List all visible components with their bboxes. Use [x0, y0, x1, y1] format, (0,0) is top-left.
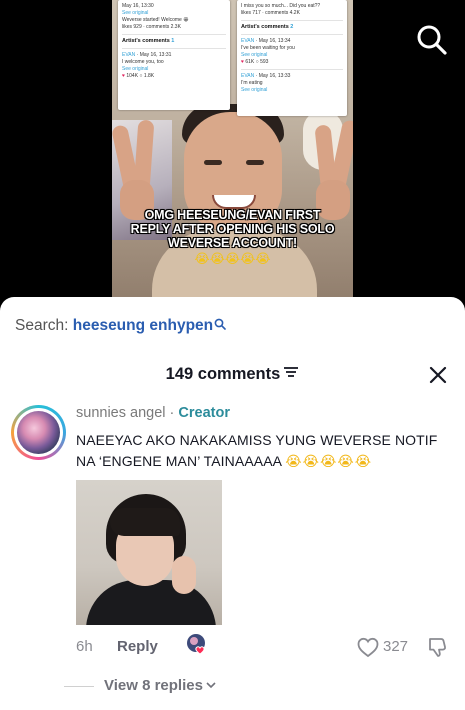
search-prefix: Search: — [15, 317, 69, 334]
like-count: 327 — [383, 638, 409, 655]
artist-reply-stats: ♥ 61K ○ 593 — [241, 59, 269, 65]
username[interactable]: sunnies angel — [76, 405, 166, 421]
search-button[interactable] — [414, 22, 448, 56]
comment-emojis: 😭😭😭😭😭 — [285, 453, 373, 469]
thumbs-down-icon — [429, 638, 446, 657]
divider — [122, 48, 226, 49]
close-button[interactable] — [428, 365, 448, 385]
post-stats: likes 717 · comments 4.2K — [241, 10, 300, 16]
related-search[interactable]: Search: heeseung enhypen — [15, 317, 226, 335]
artist-author-line: EVAN · May 16, 13:34 — [241, 38, 291, 44]
divider — [241, 20, 343, 21]
comment-body: NAEEYAC AKO NAKAKAMISS YUNG WEVERSE NOTI… — [76, 432, 438, 469]
comment-author-line: sunnies angel · Creator — [76, 405, 230, 421]
comment-time: 6h — [76, 638, 93, 655]
see-original-link: See original — [122, 66, 149, 72]
view-replies-label: View 8 replies — [104, 677, 203, 694]
comments-count: 149 comments — [165, 365, 281, 383]
artist-reply: I welcome you, too — [122, 59, 164, 65]
separator: · — [165, 405, 179, 421]
post-body: I miss you so much... Did you eat?? — [241, 3, 321, 9]
artist-author-line: EVAN · May 16, 13:31 — [122, 52, 172, 58]
artist-author-line: EVAN · May 16, 13:33 — [241, 73, 291, 79]
close-icon — [429, 366, 447, 384]
liked-by-creator-badge — [186, 633, 208, 655]
artist-reply: I've been waiting for you — [241, 45, 295, 51]
artist-comments-title: Artist's comments 1 — [122, 38, 175, 44]
heart-icon — [357, 637, 379, 658]
replies-divider — [64, 686, 94, 687]
weverse-screenshot-right: I miss you so much... Did you eat?? like… — [237, 0, 347, 116]
see-original-link: See original — [122, 10, 149, 16]
view-replies-button[interactable]: View 8 replies — [104, 677, 217, 695]
video-player[interactable]: May 16, 13:30 See original Weverse start… — [0, 0, 465, 310]
comments-header: 149 comments — [0, 365, 465, 384]
like-button[interactable] — [356, 635, 380, 659]
image-body — [86, 580, 216, 625]
see-original-link: See original — [241, 52, 268, 58]
avatar[interactable] — [11, 405, 66, 460]
reply-button[interactable]: Reply — [117, 638, 158, 655]
divider — [241, 69, 343, 70]
caption-line: WEVERSE ACCOUNT! — [168, 236, 297, 250]
weverse-screenshot-left: May 16, 13:30 See original Weverse start… — [118, 0, 230, 110]
post-stats: likes 929 · comments 2.3K — [122, 24, 181, 30]
video-caption: OMG HEESEUNG/EVAN FIRST REPLY AFTER OPEN… — [112, 208, 353, 250]
search-query-link[interactable]: heeseung enhypen — [73, 317, 213, 334]
person-eye-left — [204, 160, 222, 165]
caption-line: REPLY AFTER OPENING HIS SOLO — [130, 222, 335, 236]
artist-comments-title: Artist's comments 2 — [241, 24, 294, 30]
comments-sheet: Search: heeseung enhypen 149 comments su… — [0, 297, 465, 710]
avatar-ring — [14, 408, 63, 457]
caption-line: OMG HEESEUNG/EVAN FIRST — [144, 208, 321, 222]
image-hand — [172, 556, 196, 594]
post-date: May 16, 13:30 — [122, 3, 154, 9]
divider — [241, 34, 343, 35]
chevron-down-icon — [205, 678, 217, 695]
see-original-link: See original — [241, 87, 268, 93]
person-eye-right — [246, 160, 264, 165]
caption-emojis: 😭😭😭😭😭 — [194, 251, 271, 266]
comment-image[interactable] — [76, 480, 222, 625]
artist-reply-stats: ♥ 104K ○ 1.8K — [122, 73, 155, 79]
creator-badge: Creator — [178, 405, 230, 421]
avatar-image — [17, 411, 60, 454]
post-body: Weverse started! Welcome 😀 — [122, 17, 189, 23]
image-fringe — [110, 508, 180, 536]
search-icon — [417, 25, 447, 55]
search-icon — [214, 317, 226, 335]
dislike-button[interactable] — [426, 635, 450, 659]
sort-icon[interactable] — [283, 365, 299, 384]
comment-text: NAEEYAC AKO NAKAKAMISS YUNG WEVERSE NOTI… — [76, 430, 456, 472]
artist-reply: I'm eating — [241, 80, 263, 86]
divider — [122, 34, 226, 35]
